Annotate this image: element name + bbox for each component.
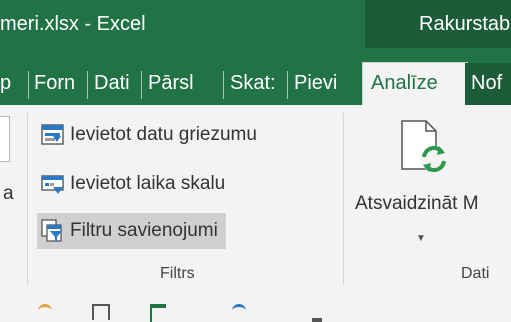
insert-slicer-button[interactable]: Ievietot datu griezumu: [37, 117, 257, 153]
tab-add-ins[interactable]: Pievi: [294, 63, 352, 105]
data-group-label: Dati: [461, 265, 490, 282]
insert-slicer-label: Ievietot datu griezumu: [70, 124, 257, 145]
tab-format[interactable]: Forn: [34, 63, 82, 105]
slicer-icon: [41, 123, 65, 147]
partial-icon[interactable]: [38, 304, 52, 321]
window-title: meri.xlsx - Excel: [0, 13, 146, 35]
insert-timeline-label: Ievietot laika skalu: [70, 173, 226, 194]
tab-separator: [87, 71, 88, 99]
partial-control[interactable]: [0, 116, 10, 162]
chevron-down-icon[interactable]: ▼: [416, 233, 426, 244]
filter-connections-label: Filtru savienojumi: [70, 220, 218, 241]
partial-icon[interactable]: [232, 304, 246, 321]
filter-connections-button[interactable]: Filtru savienojumi: [37, 213, 226, 249]
tab-review[interactable]: Pārsl: [148, 63, 195, 105]
group-separator: [343, 113, 344, 285]
tab-design[interactable]: Nof: [465, 63, 511, 105]
tab-separator: [287, 71, 288, 99]
insert-timeline-button[interactable]: Ievietot laika skalu: [37, 166, 225, 202]
tab-partial-left[interactable]: p: [0, 63, 26, 105]
refresh-all-button[interactable]: Atsvaidzināt M: [355, 193, 479, 215]
group-separator: [27, 113, 28, 285]
tab-data[interactable]: Dati: [94, 63, 138, 105]
context-tab-title: Rakurstab: [419, 13, 511, 35]
tab-separator: [28, 71, 29, 99]
filter-group-label: Filtrs: [160, 265, 195, 282]
partial-group-label: a: [3, 183, 14, 204]
ribbon-panel: a Ievietot datu griezumu Ievietot laika …: [0, 105, 511, 293]
filter-connections-icon: [41, 219, 65, 243]
tab-view[interactable]: Skat:: [230, 63, 284, 105]
timeline-icon: [41, 172, 65, 196]
title-bar: meri.xlsx - Excel Rakurstab: [0, 0, 511, 48]
ribbon-tab-row: p Forn Dati Pārsl Skat: Pievi Analīze No…: [0, 48, 511, 108]
refresh-icon[interactable]: [396, 119, 452, 175]
context-tab-header: Rakurstab: [365, 0, 511, 48]
partial-icon[interactable]: [312, 304, 322, 322]
tab-separator: [223, 71, 224, 99]
tab-analyze[interactable]: Analīze: [362, 62, 468, 108]
partial-icon[interactable]: [150, 304, 166, 322]
tab-separator: [141, 71, 142, 99]
quick-access-toolbar: [0, 292, 511, 322]
